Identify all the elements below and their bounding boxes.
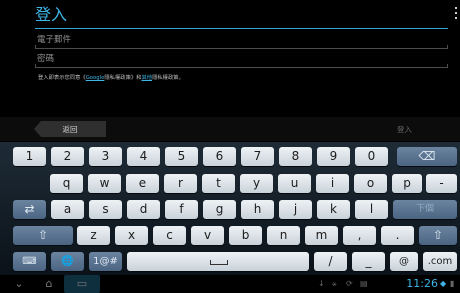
shift-icon: ⇧ [432,228,444,242]
key-u[interactable]: u [278,174,311,193]
key-c[interactable]: c [153,226,186,245]
notification-icon: ▤ [360,279,368,288]
tab-key[interactable]: ⇄ [13,200,46,219]
key-h[interactable]: h [241,200,274,219]
shift-key-right[interactable]: ⇧ [419,226,457,245]
key-dotcom[interactable]: .com [423,252,457,271]
key-1[interactable]: 1 [13,147,46,166]
download-icon: ↓ [318,279,325,288]
back-button[interactable]: 返回 [34,121,106,137]
other-privacy-link[interactable]: 其他 [141,75,152,81]
key-z[interactable]: z [77,226,110,245]
key-s[interactable]: s [89,200,122,219]
key-minus[interactable]: - [426,174,457,193]
keyboard-settings-key[interactable]: ⌨ [13,252,46,271]
home-icon[interactable]: ⌂ [38,276,60,292]
shift-key-left[interactable]: ⇧ [13,226,73,245]
key-2[interactable]: 2 [51,147,84,166]
login-button-label: 登入 [397,125,412,134]
status-time: 11:26 [406,277,438,290]
key-t[interactable]: t [202,174,235,193]
key-k[interactable]: k [317,200,350,219]
key-v[interactable]: v [191,226,224,245]
globe-icon: 🌐 [61,256,74,267]
key-n[interactable]: n [267,226,300,245]
recent-apps-icon: ▭ [76,277,88,290]
key-a[interactable]: a [51,200,84,219]
keyboard-settings-icon: ⌨ [22,256,37,267]
symbols-key[interactable]: 1@# [89,252,122,271]
hide-keyboard-icon[interactable]: ⌄ [8,276,30,292]
key-o[interactable]: o [354,174,387,193]
key-comma[interactable]: , [343,226,376,245]
key-0[interactable]: 0 [355,147,388,166]
overflow-menu-icon[interactable] [454,7,458,21]
key-3[interactable]: 3 [89,147,122,166]
language-key[interactable]: 🌐 [51,252,84,271]
key-4[interactable]: 4 [127,147,160,166]
password-field[interactable]: 密碼 [35,52,448,68]
back-button-label: 返回 [62,125,78,134]
backspace-key[interactable]: ⌫ [397,147,457,166]
wifi-icon: ◆ [440,279,447,288]
key-y[interactable]: y [240,174,273,193]
shift-icon: ⇧ [37,228,49,242]
soft-keyboard: 1 2 3 4 5 6 7 8 9 0 ⌫ q w e r t y u i o … [0,142,460,275]
key-underscore[interactable]: _ [352,252,385,271]
key-e[interactable]: e [126,174,159,193]
key-b[interactable]: b [229,226,262,245]
key-l[interactable]: l [355,200,388,219]
key-9[interactable]: 9 [317,147,350,166]
next-key[interactable]: 下個 [393,200,457,219]
key-x[interactable]: x [115,226,148,245]
email-field[interactable]: 電子郵件 [35,33,448,49]
key-j[interactable]: j [279,200,312,219]
key-slash[interactable]: / [314,252,347,271]
recent-apps-button[interactable]: ▭ [64,275,100,293]
usb-icon: ⚹ [332,279,337,288]
key-m[interactable]: m [305,226,338,245]
password-placeholder: 密碼 [37,54,55,64]
terms-text: 登入即表示您同意《Google隱私權政策》和其他隱私權政策。 [38,75,184,81]
email-placeholder: 電子郵件 [37,35,72,45]
page-title: 登入 [35,5,68,24]
tab-icon: ⇄ [24,202,35,216]
key-p[interactable]: p [392,174,422,193]
system-navigation-bar: ⌄ ⌂ ▭ ↓ ⚹ ⟳ ▤ 11:26 ◆ ▮ [0,275,460,293]
key-period[interactable]: . [381,226,414,245]
google-privacy-link[interactable]: Google [86,75,105,81]
key-d[interactable]: d [127,200,160,219]
space-icon [210,260,228,265]
backspace-icon: ⌫ [418,149,436,163]
key-i[interactable]: i [316,174,349,193]
screen: 登入 電子郵件 密碼 登入即表示您同意《Google隱私權政策》和其他隱私權政策… [0,0,460,293]
action-bar: 返回 登入 [0,117,460,141]
key-5[interactable]: 5 [165,147,198,166]
key-g[interactable]: g [203,200,236,219]
key-f[interactable]: f [165,200,198,219]
key-7[interactable]: 7 [241,147,274,166]
key-8[interactable]: 8 [279,147,312,166]
key-w[interactable]: w [88,174,121,193]
key-q[interactable]: q [50,174,83,193]
login-button[interactable]: 登入 [382,121,427,137]
key-6[interactable]: 6 [203,147,236,166]
key-r[interactable]: r [164,174,197,193]
battery-icon: ▮ [450,279,455,288]
title-divider [35,28,448,29]
sync-icon: ⟳ [346,279,353,288]
space-key[interactable] [127,252,309,271]
key-at[interactable]: @ [390,252,418,271]
